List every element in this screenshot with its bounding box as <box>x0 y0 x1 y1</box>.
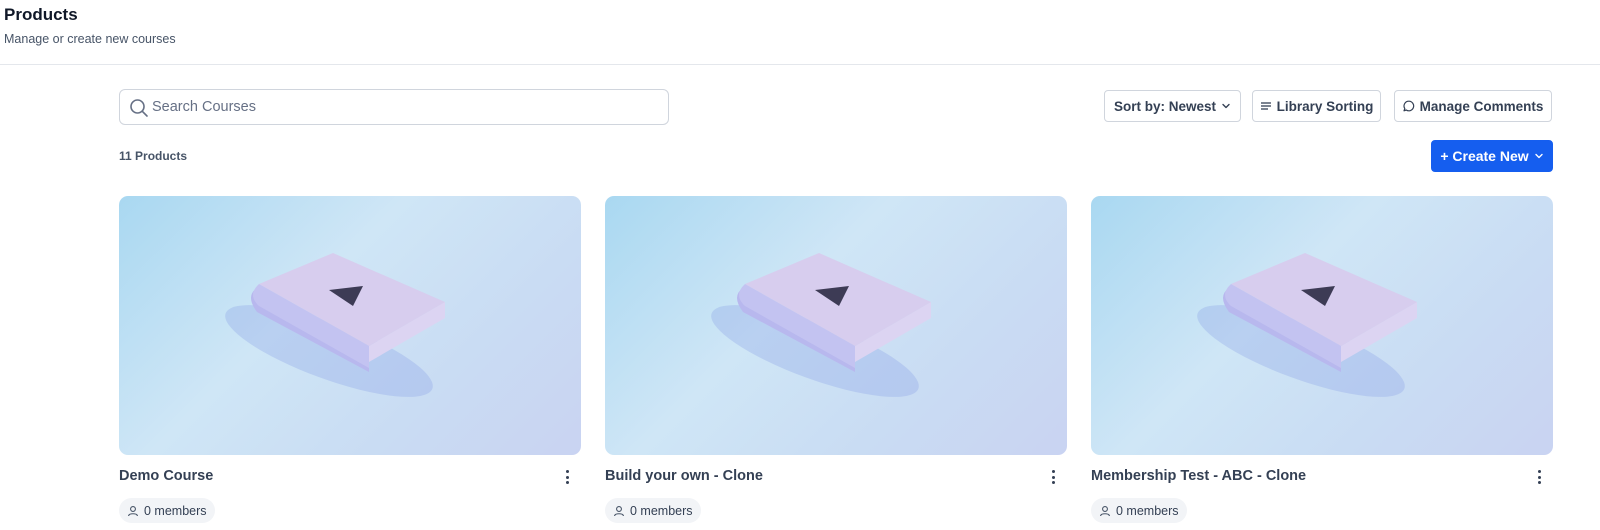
page-title: Products <box>4 5 78 24</box>
search-input[interactable] <box>152 90 652 124</box>
chat-bubble-icon <box>1403 100 1414 112</box>
product-card[interactable]: Membership Test - ABC - Clone 0 members <box>1091 196 1553 530</box>
chevron-down-icon <box>1534 153 1543 159</box>
product-count: 11 Products <box>119 149 188 163</box>
sort-button[interactable]: Sort by: Newest <box>1104 90 1241 122</box>
user-icon <box>128 505 138 516</box>
members-count: 0 members <box>144 503 207 518</box>
user-icon <box>1100 505 1110 516</box>
members-badge: 0 members <box>1091 498 1187 523</box>
product-thumbnail[interactable] <box>1091 196 1553 455</box>
lines-icon <box>1260 102 1271 110</box>
kebab-menu-icon[interactable] <box>561 468 573 486</box>
product-thumbnail[interactable] <box>119 196 581 455</box>
manage-comments-label: Manage Comments <box>1419 98 1544 114</box>
manage-comments-button[interactable]: Manage Comments <box>1394 90 1552 122</box>
product-title[interactable]: Build your own - Clone <box>605 468 763 484</box>
product-title[interactable]: Membership Test - ABC - Clone <box>1091 468 1306 484</box>
book-play-icon <box>1197 253 1417 397</box>
members-badge: 0 members <box>119 498 215 523</box>
user-icon <box>614 505 624 516</box>
product-thumbnail[interactable] <box>605 196 1067 455</box>
library-sorting-button[interactable]: Library Sorting <box>1252 90 1381 122</box>
sort-button-label: Sort by: Newest <box>1113 98 1217 114</box>
chevron-down-icon <box>1222 103 1230 109</box>
product-card[interactable]: Demo Course 0 members <box>119 196 581 530</box>
library-sorting-label: Library Sorting <box>1276 98 1374 114</box>
book-play-icon <box>225 253 445 397</box>
create-new-label: + Create New <box>1440 148 1529 164</box>
create-new-button[interactable]: + Create New <box>1431 140 1553 172</box>
search-box[interactable] <box>119 89 669 125</box>
kebab-menu-icon[interactable] <box>1533 468 1545 486</box>
members-badge: 0 members <box>605 498 701 523</box>
kebab-menu-icon[interactable] <box>1047 468 1059 486</box>
book-play-icon <box>711 253 931 397</box>
members-count: 0 members <box>630 503 693 518</box>
members-count: 0 members <box>1116 503 1179 518</box>
product-card[interactable]: Build your own - Clone 0 members <box>605 196 1067 530</box>
page-subtitle: Manage or create new courses <box>4 32 176 46</box>
search-icon <box>130 99 148 117</box>
page-header: Products Manage or create new courses <box>0 0 1600 65</box>
product-title[interactable]: Demo Course <box>119 468 213 484</box>
